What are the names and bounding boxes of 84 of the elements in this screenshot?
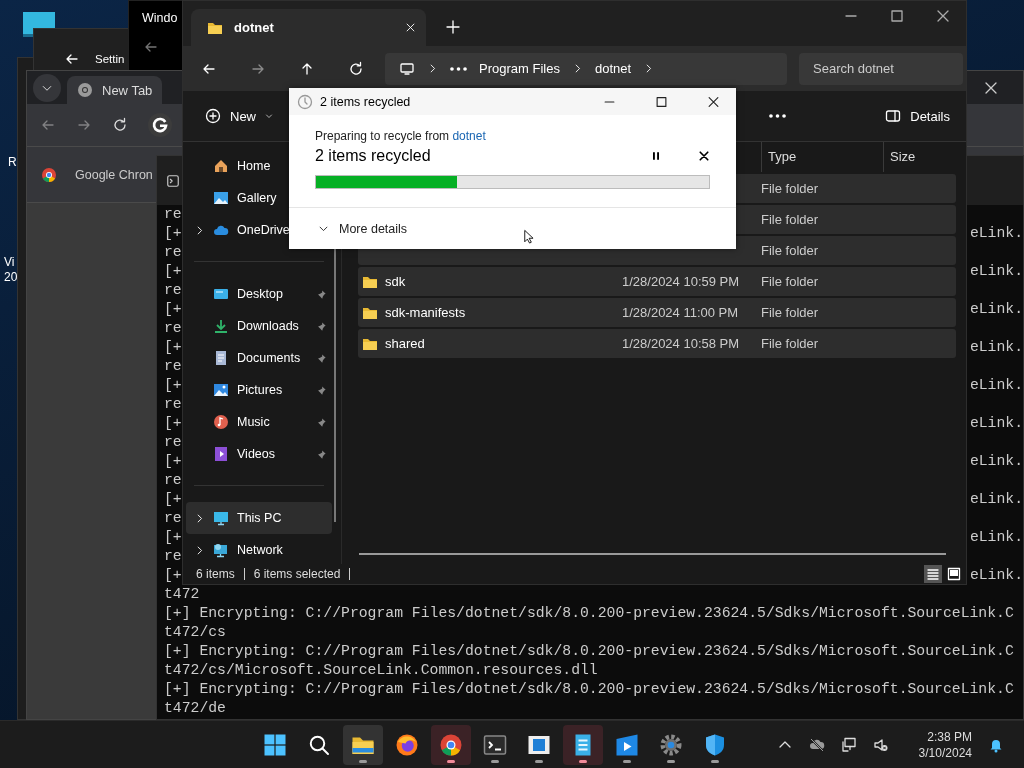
sidebar-item[interactable]: This PC [186, 502, 332, 534]
terminal-text: re [164, 433, 182, 452]
date-cell-text: 1/28/2024 10:59 PM [622, 274, 741, 289]
sidebar-item[interactable]: Network [186, 534, 332, 566]
desktop-icon-label[interactable]: 20 [4, 270, 18, 284]
terminal-text: re [164, 471, 182, 490]
status-message: Preparing to recycle from dotnet [315, 129, 487, 143]
browser-tab[interactable]: New Tab [67, 76, 163, 104]
breadcrumb-item[interactable]: dotnet [594, 61, 632, 76]
clock[interactable]: 2:38 PM 3/10/2024 [918, 728, 972, 761]
terminal-text: [+ [164, 566, 182, 585]
terminal-text: eLink. [969, 262, 1023, 281]
terminal-text: eLink. [969, 566, 1023, 585]
terminal-text: re [164, 281, 182, 300]
terminal-text: re [164, 547, 182, 566]
type-cell-text: File folder [761, 274, 820, 289]
window-tab[interactable]: dotnet [191, 9, 426, 46]
bookmark-link[interactable]: Google Chron [75, 167, 153, 182]
sidebar-item[interactable]: Pictures [186, 374, 332, 406]
terminal-text: [+ [164, 528, 182, 547]
terminal-text: [+ [164, 414, 182, 433]
terminal-text: [+ [164, 262, 182, 281]
terminal-text: re [164, 319, 182, 338]
desktop-icon-label[interactable]: R [8, 155, 17, 169]
terminal-text: re [164, 357, 182, 376]
terminal-text: t472/cs [164, 623, 227, 642]
type-cell-text: File folder [761, 336, 820, 351]
terminal-text: re [164, 205, 182, 224]
window-title: Settin [95, 53, 125, 65]
terminal-text: re [164, 509, 182, 528]
file-name: sdk-manifests [385, 305, 466, 320]
terminal-text: [+ [164, 490, 182, 509]
sidebar-item[interactable]: Documents [186, 342, 332, 374]
terminal-text: t472/de [164, 699, 227, 718]
terminal-text: [+ [164, 452, 182, 471]
terminal-text: re [164, 395, 182, 414]
details-button[interactable]: Details [881, 102, 954, 130]
date-cell-text: 1/28/2024 11:00 PM [622, 305, 740, 320]
new-button[interactable]: New [201, 102, 277, 130]
terminal-text: eLink. [969, 224, 1023, 243]
type-cell-text: File folder [761, 305, 820, 320]
terminal-text: [+] Encrypting: C://Program Files/dotnet/sdk/8.0.200-preview.23624.5/Sdks/Microsoft.SourceLink.C [164, 680, 1015, 699]
file-row[interactable]: shared 1/28/2024 10:58 PM File folder [358, 329, 956, 358]
terminal-text: [+] Encrypting: C://Program Files/dotnet/sdk/8.0.200-preview.23624.5/Sdks/Microsoft.SourceLink.C [164, 604, 1015, 623]
column-header[interactable]: Size [883, 142, 958, 172]
folder-link[interactable]: dotnet [452, 129, 486, 143]
terminal-text: eLink. [969, 528, 1023, 547]
terminal-text: t472/cs/Microsoft.SourceLink.Common.resources.dll [164, 661, 599, 680]
file-row[interactable]: sdk-manifests 1/28/2024 11:00 PM File folder [358, 298, 956, 327]
type-cell-text: File folder [761, 243, 820, 258]
sidebar-item[interactable]: Desktop [186, 278, 332, 310]
search-field[interactable]: Search dotnet [799, 52, 963, 85]
address-bar[interactable]: Program Files dotnet [385, 52, 787, 85]
terminal-text: [+ [164, 376, 182, 395]
sidebar-item[interactable]: Music [186, 406, 332, 438]
terminal-text: eLink. [969, 338, 1023, 357]
file-name: shared [385, 336, 425, 351]
terminal-text: re [164, 243, 182, 262]
terminal-text: eLink. [969, 300, 1023, 319]
terminal-text: [+ [164, 224, 182, 243]
terminal-text: t472 [164, 585, 201, 604]
terminal-text: eLink. [969, 376, 1023, 395]
window-title: 2 items recycled [320, 94, 411, 109]
terminal-text: [+ [164, 300, 182, 319]
terminal-text: [+ [164, 338, 182, 357]
file-name: sdk [385, 274, 406, 289]
column-header[interactable]: Type [761, 142, 883, 172]
file-row[interactable]: sdk 1/28/2024 10:59 PM File folder [358, 267, 956, 296]
type-cell-text: File folder [761, 181, 820, 196]
more-details-toggle[interactable]: More details [318, 221, 408, 236]
date-cell-text: 1/28/2024 10:58 PM [622, 336, 741, 351]
desktop-icon-label[interactable]: Vi [4, 255, 15, 269]
terminal-text: [+] Encrypting: C://Program Files/dotnet/sdk/8.0.200-preview.23624.5/Sdks/Microsoft.SourceLink.C [164, 642, 1015, 661]
type-cell-text: File folder [761, 212, 820, 227]
item-count: 6 items [196, 567, 235, 581]
terminal-text: eLink. [969, 452, 1023, 471]
breadcrumb-item[interactable]: Program Files [479, 61, 560, 76]
terminal-text: eLink. [969, 414, 1023, 433]
sidebar-item[interactable]: Videos [186, 438, 332, 470]
terminal-text: eLink. [969, 490, 1023, 509]
selection-count: 6 items selected [253, 567, 341, 581]
sidebar-item[interactable]: Downloads [186, 310, 332, 342]
window-title: Windo [142, 11, 179, 25]
progress-heading: 2 items recycled [315, 147, 431, 165]
